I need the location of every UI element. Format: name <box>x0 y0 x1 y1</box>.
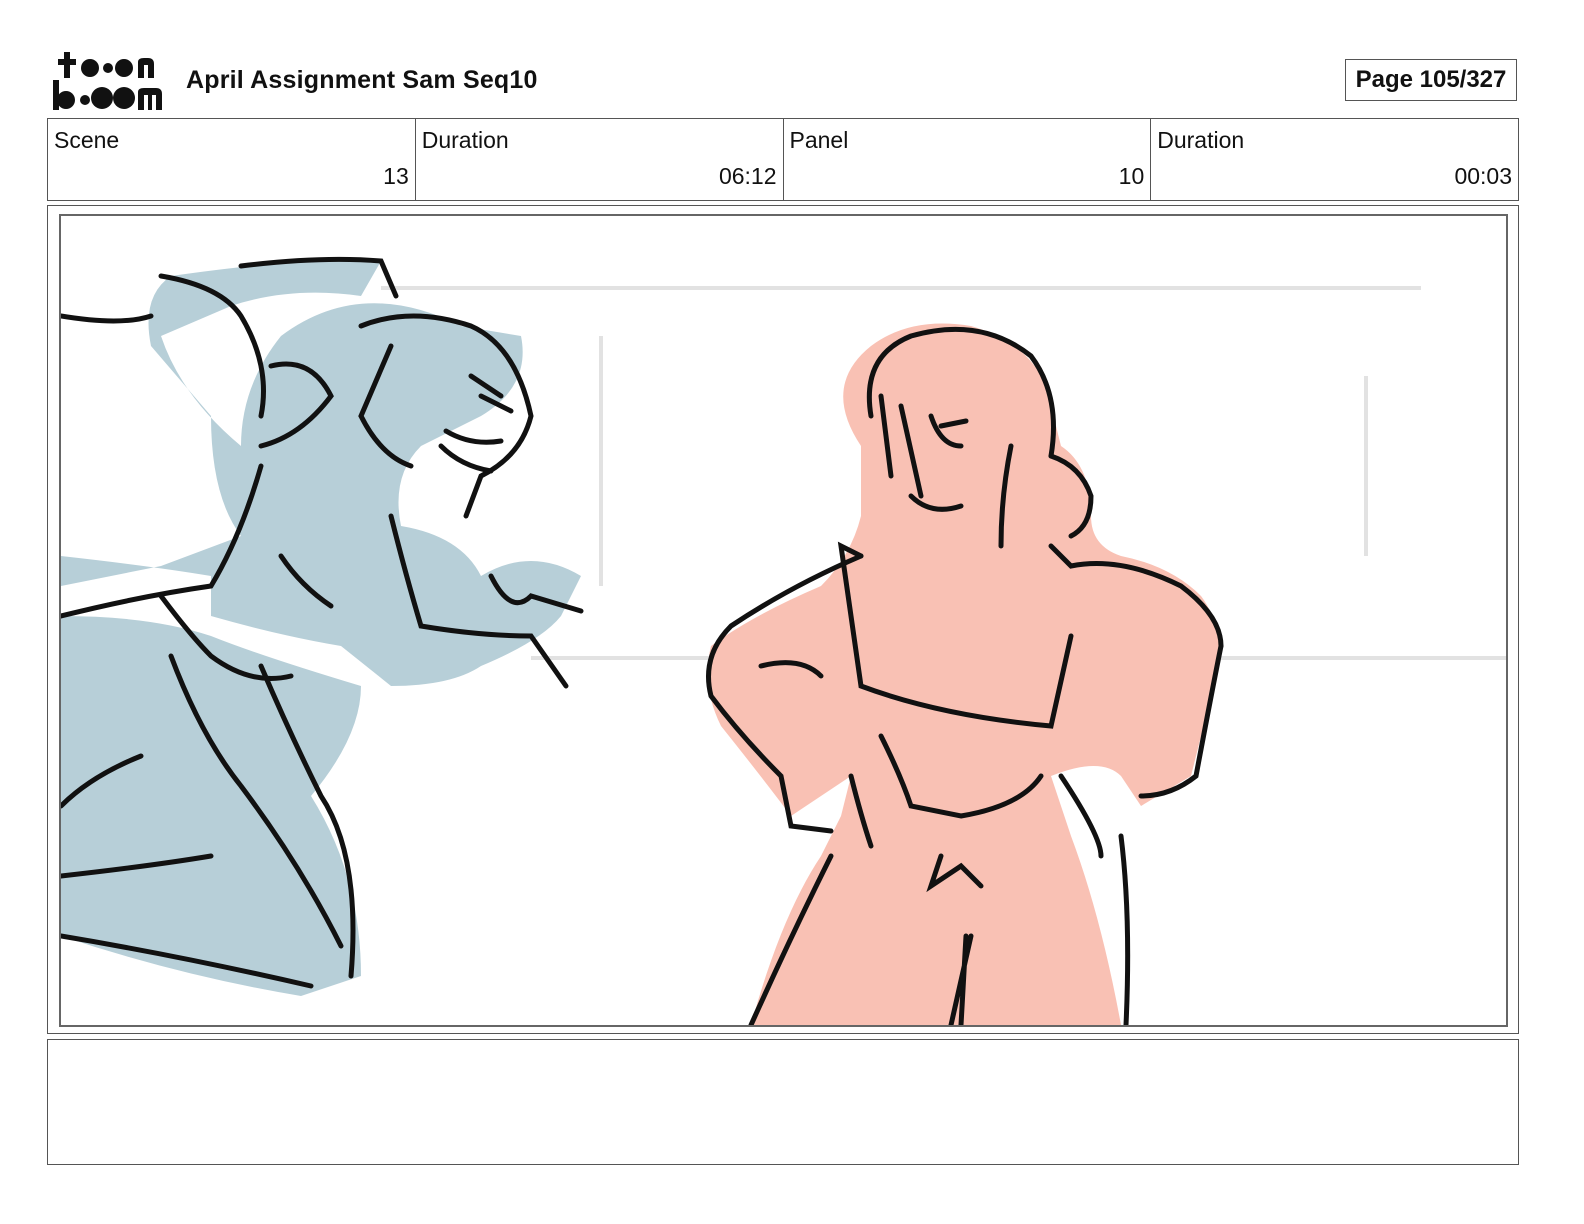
page-indicator: Page 105/327 <box>1345 59 1517 101</box>
girl-character <box>706 323 1224 1025</box>
scene-duration-value: 06:12 <box>718 163 777 189</box>
caption-box <box>47 1039 1519 1165</box>
toon-boom-logo <box>52 50 164 112</box>
toon-boom-logo-icon <box>53 52 162 110</box>
panel-label: Panel <box>789 127 849 153</box>
panel-duration-value: 00:03 <box>1454 163 1512 189</box>
goblin-character <box>61 256 584 996</box>
panel-value: 10 <box>1118 163 1145 189</box>
scene-duration-cell: Duration 06:12 <box>414 119 783 200</box>
storyboard-panel-image <box>59 214 1508 1027</box>
panel-duration-cell: Duration 00:03 <box>1150 119 1518 200</box>
scene-info-table: Scene 13 Duration 06:12 Panel 10 Duratio… <box>47 118 1519 201</box>
panel-drawing <box>61 256 1506 1025</box>
scene-duration-label: Duration <box>421 127 509 153</box>
scene-value: 13 <box>383 163 409 189</box>
scene-cell: Scene 13 <box>48 119 415 200</box>
scene-label: Scene <box>54 127 120 153</box>
panel-cell: Panel 10 <box>782 119 1151 200</box>
document-title: April Assignment Sam Seq10 <box>186 66 538 94</box>
panel-duration-label: Duration <box>1157 127 1245 153</box>
